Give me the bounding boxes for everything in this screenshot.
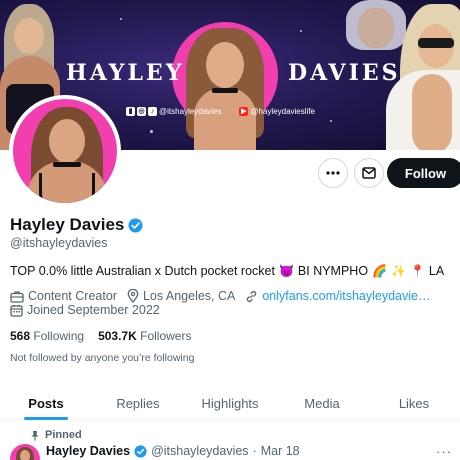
link-icon (247, 290, 257, 302)
post-author-avatar[interactable] (10, 444, 40, 460)
sparkles-emoji-icon: ✨ (391, 264, 406, 278)
tab-posts[interactable]: Posts (0, 388, 92, 420)
post-avatar-face (20, 450, 30, 460)
location-pin-icon (127, 289, 139, 303)
active-tab-indicator (24, 417, 68, 420)
post-date[interactable]: Mar 18 (261, 444, 300, 458)
youtube-icon: ▶ (239, 106, 249, 116)
avatar-outfit (39, 173, 95, 203)
more-icon (326, 171, 340, 175)
following-label: Following (33, 329, 85, 343)
tab-replies[interactable]: Replies (92, 388, 184, 419)
tab-posts-label: Posts (28, 396, 64, 411)
mutual-followers-note: Not followed by anyone you’re following (10, 352, 195, 364)
profile-handle: @itshayleydavies (10, 236, 108, 250)
tab-likes-label: Likes (398, 396, 430, 411)
banner-figure-back-face (358, 8, 394, 48)
avatar-face (49, 119, 85, 163)
envelope-icon (362, 167, 376, 179)
tab-media-label: Media (304, 396, 340, 411)
post-more-button[interactable]: ··· (436, 444, 452, 459)
devil-emoji-icon: 😈 (278, 264, 294, 278)
followers-stat[interactable]: 503.7K Followers (98, 329, 191, 343)
pin-emoji-icon: 📍 (409, 264, 425, 278)
banner-figure-center-choker (212, 88, 238, 93)
verified-badge-icon (134, 444, 147, 458)
post-author-name[interactable]: Hayley Davies (46, 444, 130, 458)
bio-text-2: BI NYMPHO (297, 264, 369, 278)
tab-media[interactable]: Media (276, 388, 368, 419)
avatar-choker (53, 162, 81, 167)
banner-figure-right-skin (412, 74, 452, 150)
briefcase-icon (10, 290, 24, 303)
profile-category: Content Creator (10, 289, 117, 303)
calendar-icon (10, 304, 23, 317)
post-header: Hayley Davies @itshayleydavies · Mar 18 (46, 444, 300, 458)
instagram-icon: ◎ (137, 106, 146, 116)
pin-icon (31, 430, 39, 440)
sunglasses-icon (418, 38, 454, 48)
banner-title-first: HAYLEY (66, 60, 185, 86)
bio-text-3: LA (428, 264, 445, 278)
profile-website[interactable]: onlyfans.com/itshayleydavie… (245, 289, 431, 303)
followers-label: Followers (140, 329, 192, 343)
follow-button[interactable]: Follow (387, 158, 460, 188)
tiktok-icon: ♪ (148, 106, 157, 116)
banner-sparkle (330, 120, 332, 122)
tab-likes[interactable]: Likes (368, 388, 460, 419)
twitch-icon: ▮ (126, 106, 135, 116)
location-label: Los Angeles, CA (142, 289, 236, 303)
banner-social-handle-1: @itshayleydavies (159, 106, 222, 116)
profile-page: HAYLEY DAVIES ▮ ◎ ♪ @itshayleydavies ▶ @… (0, 0, 460, 460)
follow-stats: 568 Following 503.7K Followers (10, 329, 191, 343)
category-label: Content Creator (28, 289, 117, 303)
profile-bio: TOP 0.0% little Australian x Dutch pocke… (10, 264, 444, 278)
banner-figure-center-face (206, 42, 244, 88)
banner-sparkle (150, 130, 153, 133)
bio-text: TOP 0.0% little Australian x Dutch pocke… (10, 264, 275, 278)
website-link[interactable]: onlyfans.com/itshayleydavie… (262, 289, 430, 303)
tab-highlights-label: Highlights (201, 396, 259, 411)
banner-sparkle (120, 18, 122, 20)
following-count: 568 (10, 329, 31, 343)
avatar[interactable] (9, 95, 121, 207)
banner-figure-left-face (14, 18, 44, 54)
profile-meta-row: Content Creator Los Angeles, CA onlyfans… (10, 289, 441, 303)
profile-name: Hayley Davies (10, 215, 125, 234)
pinned-label: Pinned (45, 429, 82, 441)
followers-count: 503.7K (98, 329, 137, 343)
pinned-indicator: Pinned (30, 429, 82, 441)
banner-sparkle (300, 30, 302, 32)
profile-tabs: Posts Replies Highlights Media Likes (0, 388, 460, 420)
joined-label: Joined September 2022 (27, 303, 160, 317)
tab-highlights[interactable]: Highlights (184, 388, 276, 419)
post-author-handle[interactable]: @itshayleydavies (151, 444, 248, 458)
banner-figure-center-body (194, 88, 256, 150)
profile-location: Los Angeles, CA (127, 289, 235, 303)
post-separator: · (252, 444, 257, 458)
rainbow-emoji-icon: 🌈 (372, 264, 388, 278)
banner-social-handle-2: @hayleydavieslife (250, 106, 315, 116)
verified-badge-icon[interactable] (128, 217, 143, 233)
tab-replies-label: Replies (116, 396, 160, 411)
profile-name-row: Hayley Davies (10, 215, 143, 235)
banner-title-last: DAVIES (288, 60, 401, 86)
following-stat[interactable]: 568 Following (10, 329, 84, 343)
message-button[interactable] (354, 158, 384, 188)
banner-social-row: ▮ ◎ ♪ @itshayleydavies ▶ @hayleydaviesli… (126, 104, 315, 118)
more-options-button[interactable] (318, 158, 348, 188)
profile-joined: Joined September 2022 (10, 303, 160, 317)
